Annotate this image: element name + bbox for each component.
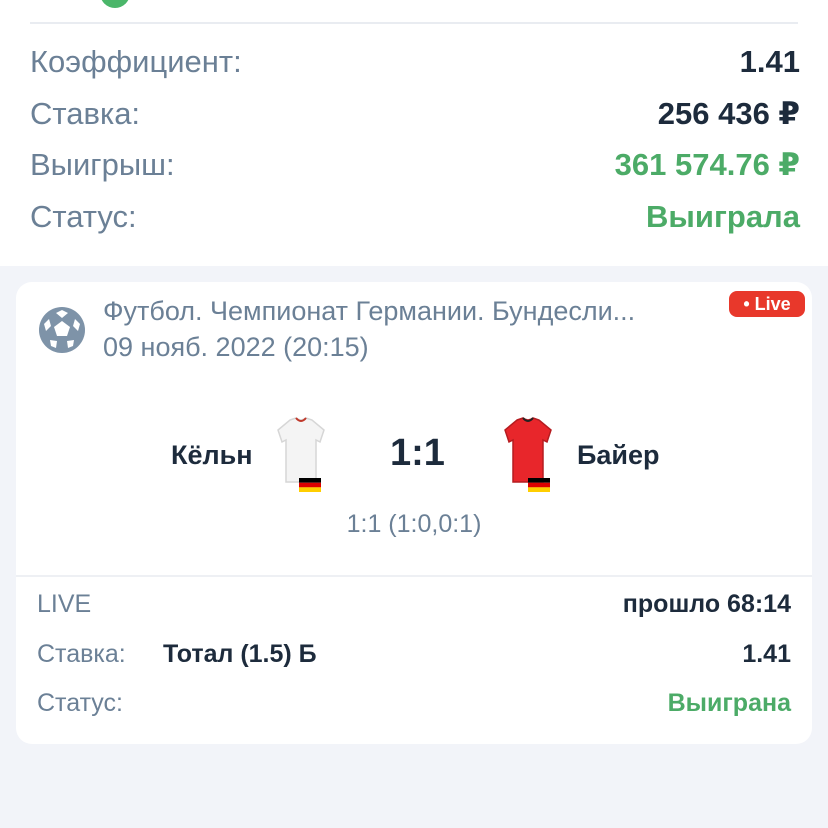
status-dot-icon xyxy=(100,0,130,8)
bet-summary-panel: Коэффициент: 1.41 Ставка: 256 436 ₽ Выиг… xyxy=(0,0,828,266)
live-row: LIVE прошло 68:14 xyxy=(37,590,791,626)
soccer-ball-icon xyxy=(39,307,85,353)
live-badge: • Live xyxy=(729,291,805,317)
divider xyxy=(30,22,798,24)
bet-status-value: Выиграна xyxy=(667,689,791,717)
bet-odds: 1.41 xyxy=(742,640,791,668)
win-row: Выигрыш: 361 574.76 ₽ xyxy=(30,147,800,191)
stake-label: Ставка: xyxy=(30,96,141,131)
status-row: Статус: Выиграла xyxy=(30,199,800,243)
period-score: 1:1 (1:0,0:1) xyxy=(346,510,482,538)
home-team-name: Кёльн xyxy=(171,440,253,470)
bet-mode-label: LIVE xyxy=(37,590,92,618)
home-jersey-icon xyxy=(277,417,325,483)
germany-flag-icon xyxy=(299,478,321,492)
match-score: 1:1 xyxy=(390,432,445,474)
stake-row: Ставка: 256 436 ₽ xyxy=(30,96,800,140)
divider xyxy=(16,575,812,577)
coefficient-label: Коэффициент: xyxy=(30,44,242,79)
coefficient-value: 1.41 xyxy=(739,44,800,79)
status-label: Статус: xyxy=(30,199,137,234)
stake-value: 256 436 ₽ xyxy=(657,96,800,131)
bet-status-label: Статус: xyxy=(37,689,123,717)
league-title: Футбол. Чемпионат Германии. Бундесли... xyxy=(103,296,636,326)
bet-selection: Тотал (1.5) Б xyxy=(163,640,317,668)
elapsed-time: прошло 68:14 xyxy=(622,590,791,618)
bet-selection-row: Ставка: Тотал (1.5) Б 1.41 xyxy=(37,640,791,676)
bet-status-row: Статус: Выиграна xyxy=(37,689,791,725)
away-team-name: Байер xyxy=(577,440,660,470)
status-value: Выиграла xyxy=(646,199,800,234)
bet-stake-label: Ставка: xyxy=(37,640,126,668)
event-card[interactable]: Футбол. Чемпионат Германии. Бундесли... … xyxy=(16,282,812,744)
germany-flag-icon xyxy=(528,478,550,492)
event-date: 09 нояб. 2022 (20:15) xyxy=(103,332,369,362)
coefficient-row: Коэффициент: 1.41 xyxy=(30,44,800,88)
away-jersey-icon xyxy=(504,417,552,483)
win-value: 361 574.76 ₽ xyxy=(614,147,800,182)
win-label: Выигрыш: xyxy=(30,147,175,182)
